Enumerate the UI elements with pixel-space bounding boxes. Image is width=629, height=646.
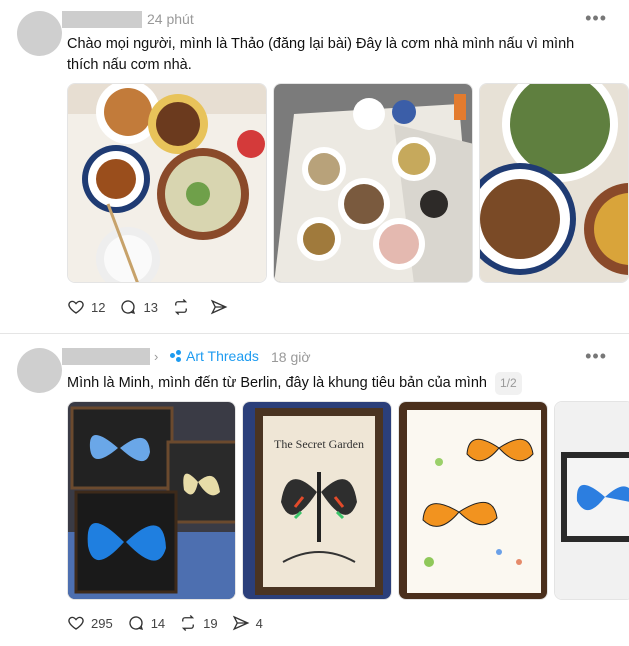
food-photo[interactable] xyxy=(67,83,267,283)
post: 24 phút ••• Chào mọi người, mình là Thảo… xyxy=(0,0,629,333)
more-options-icon[interactable]: ••• xyxy=(585,8,607,29)
post-text: Chào mọi người, mình là Thảo (đăng lại b… xyxy=(67,36,575,73)
like-count: 12 xyxy=(91,299,106,315)
like-button[interactable]: 295 xyxy=(67,614,113,632)
comment-button[interactable]: 14 xyxy=(127,614,165,632)
post: › Art Threads 18 giờ ••• Mình là Minh, m… xyxy=(0,334,629,646)
post-text: Mình là Minh, mình đến từ Berlin, đây là… xyxy=(67,375,487,391)
book-title: The Secret Garden xyxy=(274,437,364,451)
media-carousel[interactable]: The Secret Garden xyxy=(67,401,629,600)
post-time: 18 giờ xyxy=(271,349,311,365)
share-icon xyxy=(210,299,228,315)
like-count: 295 xyxy=(91,615,113,631)
comment-icon xyxy=(129,616,143,630)
repost-button[interactable]: 19 xyxy=(179,614,218,632)
avatar[interactable] xyxy=(17,348,62,393)
post-actions: 12 13 xyxy=(67,298,234,316)
post-text-row: Mình là Minh, mình đến từ Berlin, đây là… xyxy=(67,372,607,395)
comment-button[interactable]: 13 xyxy=(119,298,158,316)
like-button[interactable]: 12 xyxy=(67,298,105,316)
community-icon xyxy=(170,350,181,362)
community-name: Art Threads xyxy=(186,348,259,364)
food-photo[interactable] xyxy=(273,83,473,283)
image-counter: 1/2 xyxy=(494,372,522,395)
repost-icon xyxy=(174,299,188,315)
avatar[interactable] xyxy=(17,11,62,56)
butterfly-frames-photo[interactable] xyxy=(67,401,236,600)
repost-button[interactable] xyxy=(172,298,196,316)
repost-count: 19 xyxy=(203,615,218,631)
post-actions: 295 14 19 4 xyxy=(67,614,263,632)
secret-garden-frame-photo[interactable]: The Secret Garden xyxy=(242,401,392,600)
comment-icon xyxy=(121,300,136,314)
food-photo[interactable] xyxy=(479,83,629,283)
heart-icon xyxy=(68,300,84,314)
more-options-icon[interactable]: ••• xyxy=(585,346,607,367)
share-count: 4 xyxy=(255,615,263,631)
media-carousel[interactable] xyxy=(67,83,629,283)
chevron-right-icon: › xyxy=(154,349,159,364)
repost-icon xyxy=(182,615,195,631)
blurred-username[interactable] xyxy=(62,348,150,365)
share-icon xyxy=(232,615,250,631)
share-button[interactable] xyxy=(210,298,234,316)
share-button[interactable]: 4 xyxy=(232,614,263,632)
blue-butterfly-frame-photo[interactable] xyxy=(554,401,629,600)
community-link[interactable]: Art Threads xyxy=(170,348,259,364)
post-time: 24 phút xyxy=(147,11,194,27)
comment-count: 14 xyxy=(150,615,166,631)
comment-count: 13 xyxy=(143,299,158,315)
blurred-username[interactable] xyxy=(62,11,142,28)
heart-icon xyxy=(68,616,84,630)
butterfly-specimen-frame-photo[interactable] xyxy=(398,401,548,600)
